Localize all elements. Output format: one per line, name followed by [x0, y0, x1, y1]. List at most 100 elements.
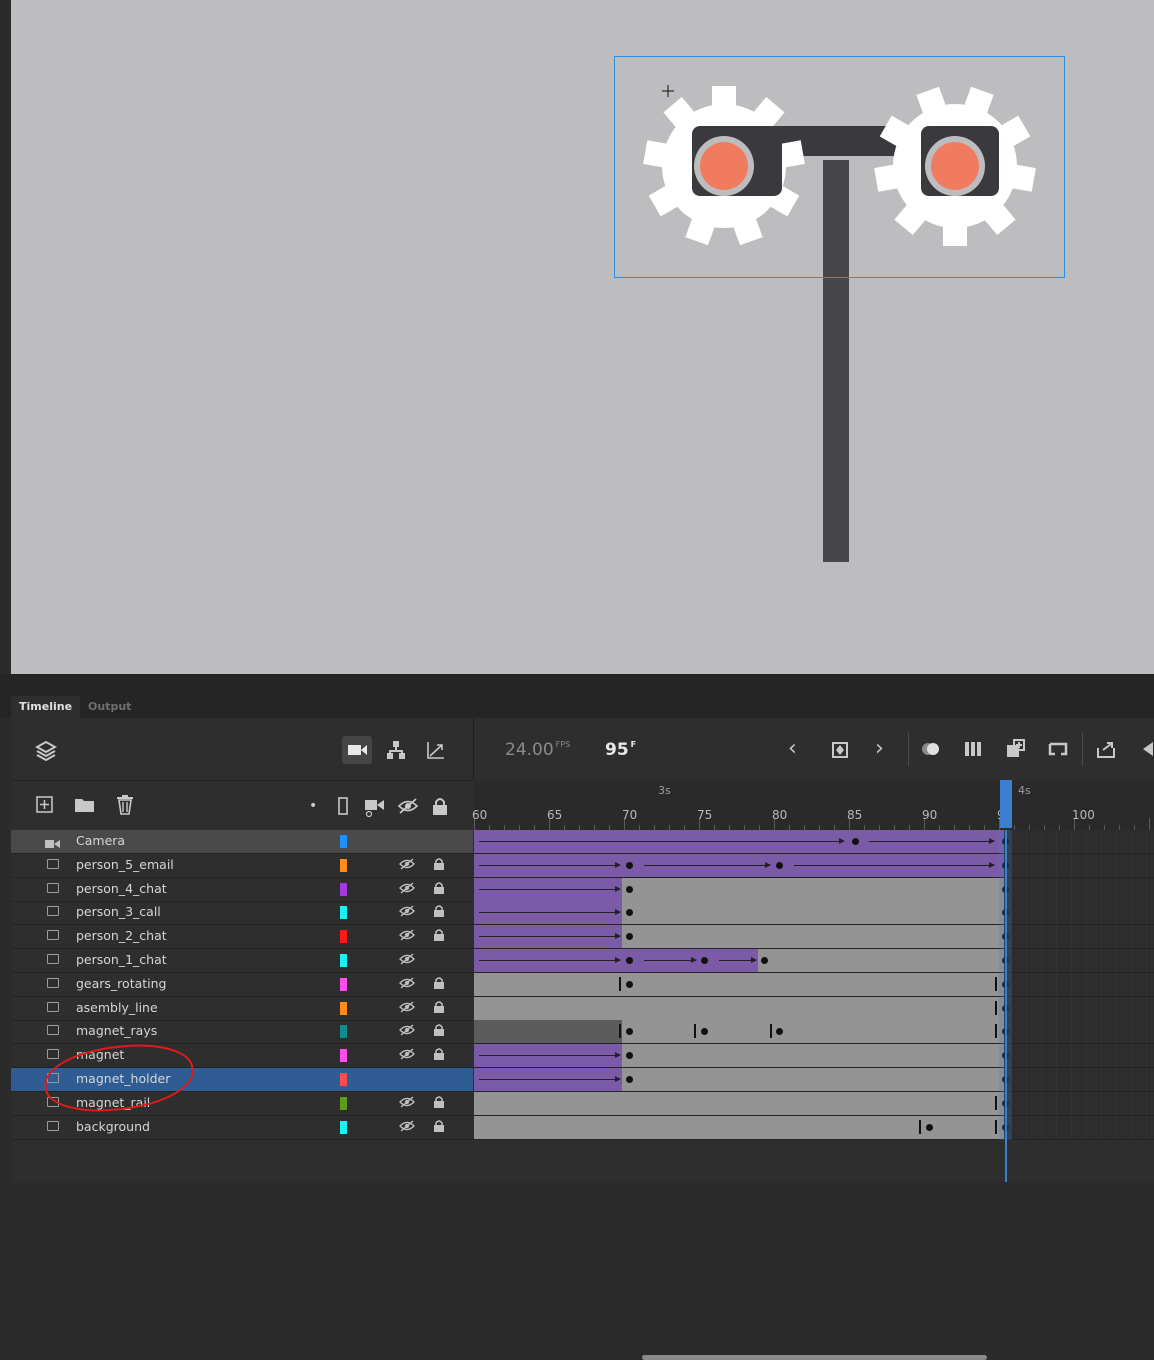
layer-color-swatch[interactable]: [340, 1073, 347, 1086]
lock-icon[interactable]: [433, 904, 445, 921]
eye-hidden-icon[interactable]: [399, 904, 415, 921]
layer-name[interactable]: gears_rotating: [76, 976, 167, 991]
eye-hidden-icon[interactable]: [399, 1023, 415, 1040]
play-back-icon[interactable]: [1139, 739, 1154, 764]
delete-icon[interactable]: [115, 794, 135, 821]
lock-icon[interactable]: [431, 796, 449, 821]
frame-row[interactable]: [474, 853, 1154, 878]
frame-row[interactable]: [474, 1044, 1154, 1069]
keyframe[interactable]: [626, 861, 633, 869]
layers-icon[interactable]: [34, 739, 58, 766]
eye-hidden-icon[interactable]: [399, 857, 415, 874]
lock-icon[interactable]: [433, 1000, 445, 1017]
layer-color-swatch[interactable]: [340, 954, 347, 967]
static-frames[interactable]: [622, 877, 1004, 901]
empty-frames[interactable]: [1012, 853, 1154, 877]
static-frames[interactable]: [474, 972, 1004, 996]
frame-value[interactable]: 95: [605, 740, 629, 760]
layer-color-swatch[interactable]: [340, 977, 347, 991]
layer-color-swatch[interactable]: [340, 930, 347, 944]
eye-hidden-icon[interactable]: [399, 1095, 415, 1112]
keyframe[interactable]: [626, 957, 633, 964]
static-frames[interactable]: [474, 996, 1004, 1020]
layer-color-swatch[interactable]: [340, 1096, 347, 1110]
layer-color-swatch[interactable]: [340, 1120, 347, 1134]
tab-timeline[interactable]: Timeline: [11, 696, 81, 718]
lock-icon[interactable]: [433, 881, 445, 898]
layer-name[interactable]: person_3_call: [76, 904, 161, 919]
keyframe[interactable]: [626, 980, 633, 988]
keyframe[interactable]: [626, 1076, 633, 1083]
static-frames[interactable]: [622, 1020, 1004, 1044]
empty-frames[interactable]: [1012, 877, 1154, 901]
hierarchy-icon[interactable]: [386, 740, 406, 765]
layer-color-swatch[interactable]: [340, 1049, 347, 1063]
layer-color-swatch[interactable]: [340, 882, 347, 896]
eye-hidden-icon[interactable]: [399, 1000, 415, 1017]
stage-canvas[interactable]: [11, 0, 1154, 674]
fps-display[interactable]: 24.00 FPS: [505, 740, 570, 760]
selection-bounding-box[interactable]: [614, 56, 1065, 278]
layer-row[interactable]: asembly_line: [11, 997, 473, 1021]
frame-row[interactable]: [474, 925, 1154, 950]
frame-row[interactable]: [474, 972, 1154, 997]
eye-hidden-icon[interactable]: [399, 1119, 415, 1136]
new-folder-icon[interactable]: [73, 795, 97, 820]
layer-row[interactable]: person_1_chat: [11, 949, 473, 973]
eye-hidden-icon[interactable]: [397, 796, 419, 821]
layer-name[interactable]: person_1_chat: [76, 952, 167, 967]
layer-row[interactable]: gears_rotating: [11, 973, 473, 997]
keyframe[interactable]: [761, 957, 768, 964]
edit-multiple-frames-icon[interactable]: [963, 739, 985, 764]
insert-keyframe-icon[interactable]: [831, 738, 851, 765]
add-frame-icon[interactable]: [1005, 738, 1027, 765]
eye-hidden-icon[interactable]: [399, 952, 415, 969]
export-icon[interactable]: [1095, 738, 1117, 765]
empty-frames[interactable]: [1012, 949, 1154, 972]
eye-hidden-icon[interactable]: [399, 928, 415, 945]
empty-frames[interactable]: [1012, 1091, 1154, 1115]
keyframe[interactable]: [852, 838, 859, 845]
layer-color-swatch[interactable]: [340, 858, 347, 872]
lock-icon[interactable]: [433, 976, 445, 993]
keyframe[interactable]: [626, 885, 633, 893]
layer-color-swatch[interactable]: [340, 835, 347, 848]
camera-button[interactable]: [342, 736, 372, 764]
layer-row[interactable]: person_3_call: [11, 901, 473, 926]
next-keyframe-icon[interactable]: ›: [875, 738, 884, 760]
fps-value[interactable]: 24.00: [505, 740, 554, 760]
static-frames[interactable]: [758, 949, 1004, 972]
frame-row[interactable]: [474, 877, 1154, 902]
new-layer-icon[interactable]: [35, 795, 55, 820]
eye-hidden-icon[interactable]: [399, 1047, 415, 1064]
frame-row[interactable]: [474, 901, 1154, 926]
layer-name[interactable]: person_5_email: [76, 857, 174, 872]
layer-row[interactable]: person_5_email: [11, 854, 473, 878]
frame-row[interactable]: [474, 1020, 1154, 1045]
frames-grid[interactable]: [474, 830, 1154, 1140]
frame-ruler[interactable]: 60657075808590951003s4s: [472, 780, 1154, 830]
graph-icon[interactable]: [426, 740, 446, 765]
layer-name[interactable]: person_4_chat: [76, 881, 167, 896]
static-frames[interactable]: [622, 1068, 1004, 1091]
layer-row[interactable]: background: [11, 1116, 473, 1140]
empty-frames[interactable]: [1012, 996, 1154, 1020]
tab-output[interactable]: Output: [80, 696, 139, 718]
static-frames[interactable]: [622, 925, 1004, 949]
empty-frames[interactable]: [1012, 1068, 1154, 1091]
empty-frames[interactable]: [1012, 925, 1154, 949]
keyframe[interactable]: [701, 957, 708, 964]
frame-display[interactable]: 95 F: [605, 740, 636, 760]
layer-row[interactable]: person_4_chat: [11, 878, 473, 902]
layer-name[interactable]: magnet_rays: [76, 1023, 157, 1038]
static-frames[interactable]: [622, 1044, 1004, 1068]
empty-frames[interactable]: [1012, 830, 1154, 853]
empty-frames[interactable]: [1012, 1115, 1154, 1139]
keyframe[interactable]: [926, 1123, 933, 1131]
layer-color-swatch[interactable]: [340, 906, 347, 920]
static-frames[interactable]: [474, 1020, 622, 1044]
frame-row[interactable]: [474, 996, 1154, 1021]
static-frames[interactable]: [474, 1091, 1004, 1115]
dot-icon[interactable]: •: [309, 796, 317, 816]
layer-name[interactable]: Camera: [76, 833, 125, 848]
